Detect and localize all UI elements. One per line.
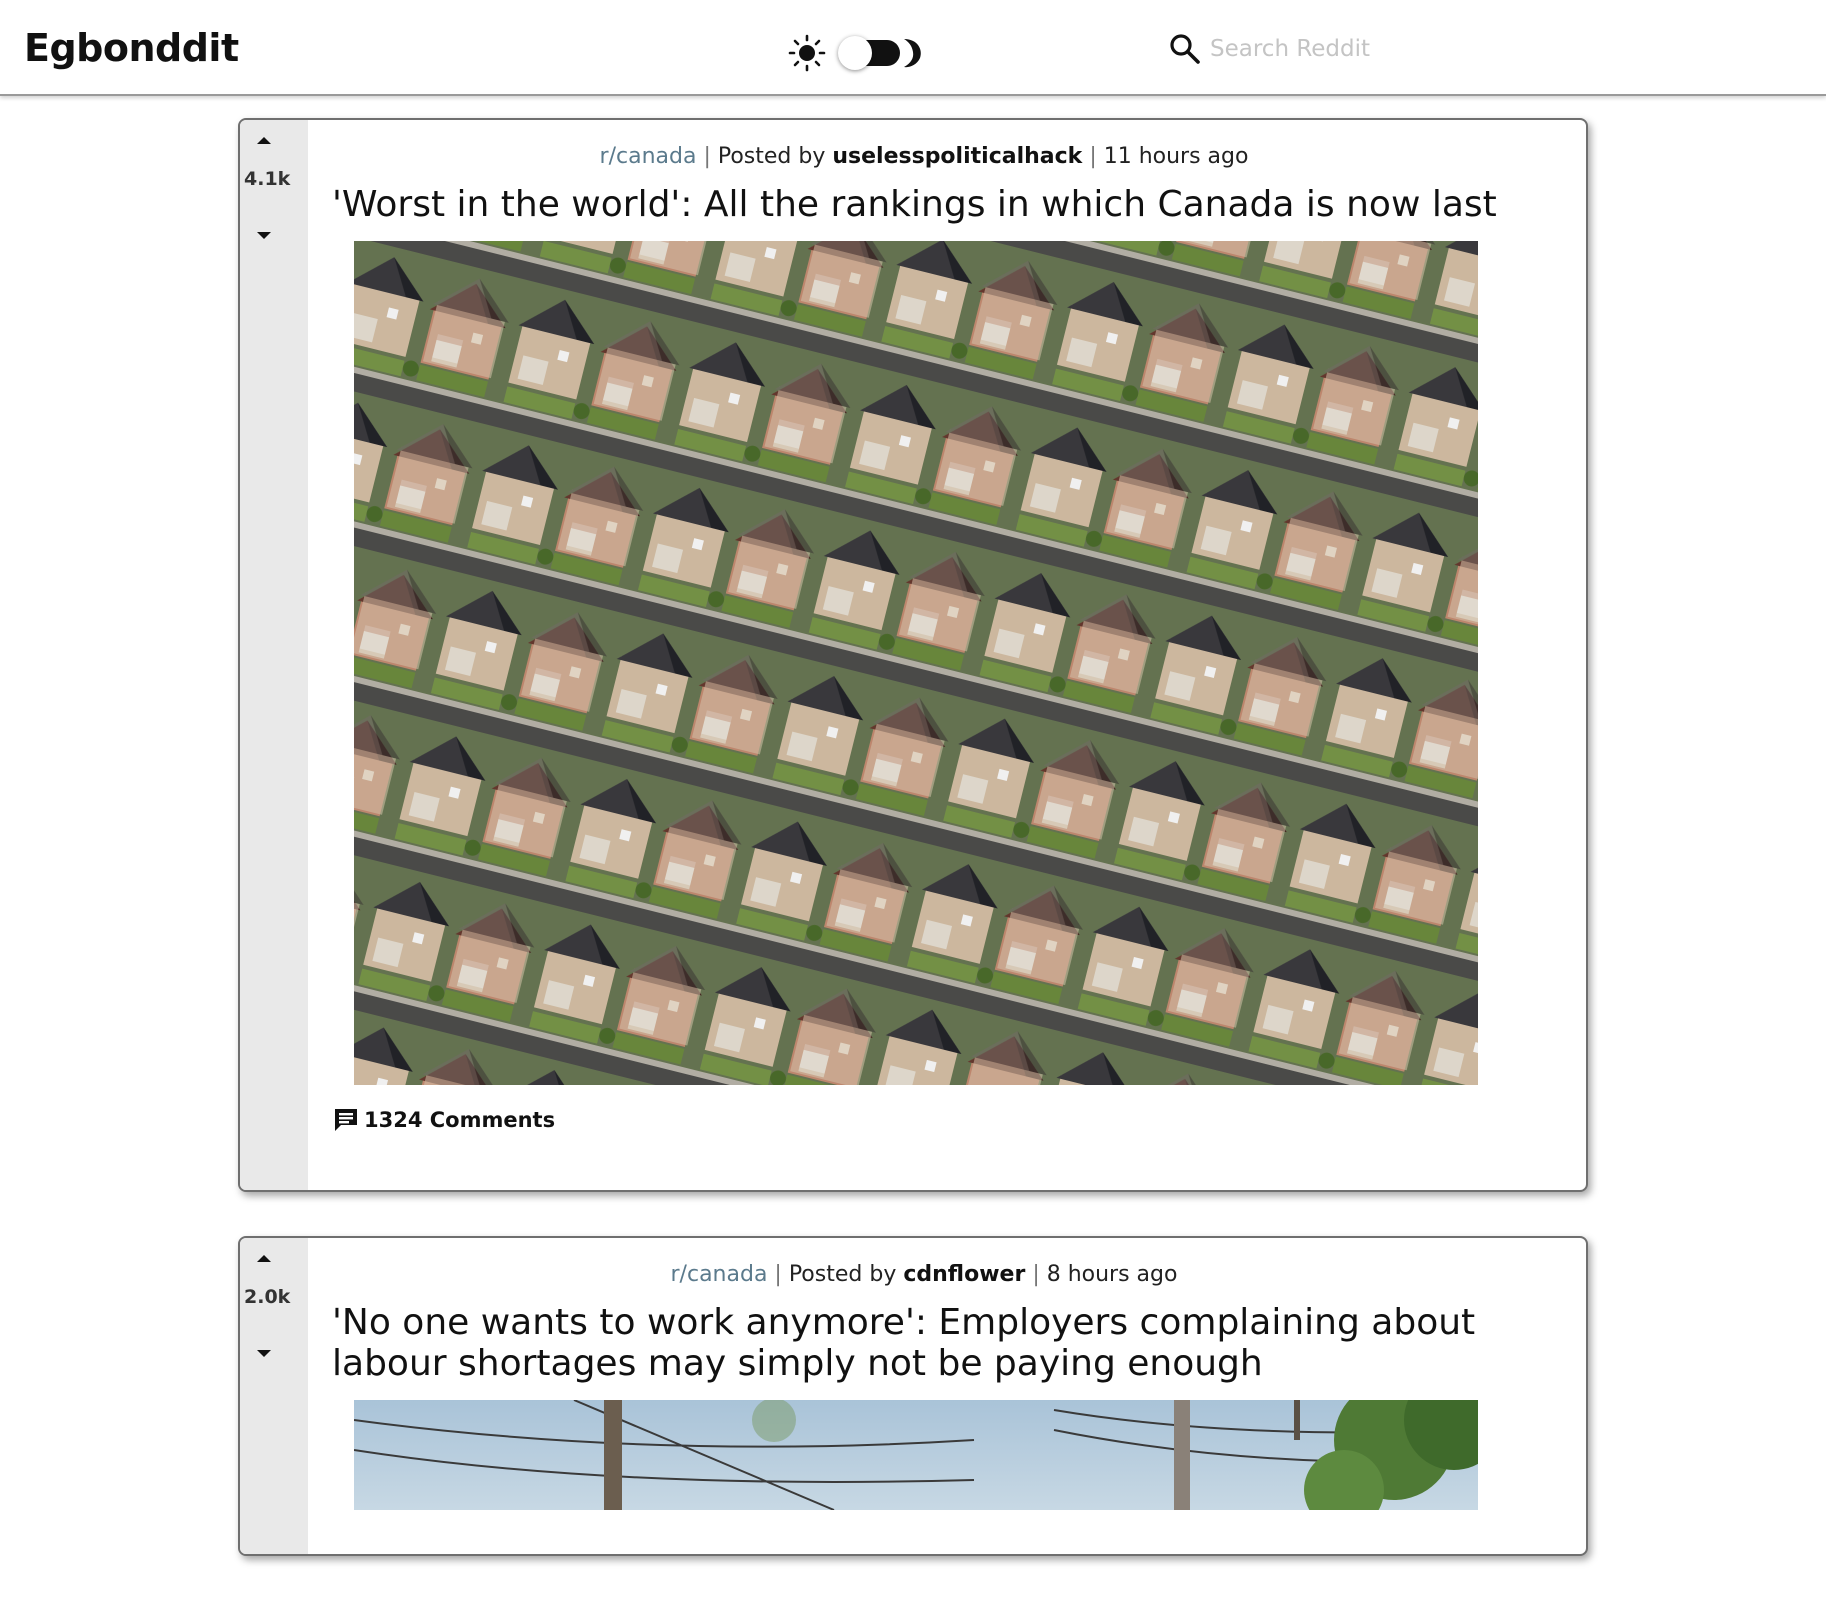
subreddit-link[interactable]: r/canada [671,1262,768,1287]
post-meta: r/canada | Posted by cdnflower | 8 hours… [332,1238,1516,1290]
meta-separator: | [1089,144,1104,169]
downvote-arrow-icon[interactable] [250,1342,278,1364]
post-time: 11 hours ago [1103,144,1249,169]
meta-separator: | [1032,1262,1047,1287]
post-feed: 4.1k r/canada | Posted by uselesspolitic… [238,118,1588,1600]
downvote-arrow-icon[interactable] [250,224,278,246]
theme-switch[interactable] [838,36,900,70]
search-bar [1168,30,1488,70]
comment-count[interactable]: 1324 Comments [364,1108,555,1132]
sun-icon [788,34,826,72]
meta-separator: | [703,144,718,169]
post-image[interactable] [354,241,1478,1085]
comments-link[interactable]: 1324 Comments [332,1105,555,1135]
comment-icon [335,1109,357,1131]
posted-by-label: Posted by [788,1262,897,1287]
meta-separator: | [774,1262,789,1287]
post-image[interactable] [354,1400,1478,1510]
vote-count: 2.0k [244,1286,291,1308]
subreddit-link[interactable]: r/canada [600,144,697,169]
post-meta: r/canada | Posted by uselesspoliticalhac… [332,120,1516,172]
post-title[interactable]: 'Worst in the world': All the rankings i… [332,184,1516,225]
site-logo[interactable]: Egbonddit [24,24,239,72]
vote-column: 4.1k [240,120,308,1190]
moon-icon [904,39,921,68]
theme-toggle[interactable] [788,30,928,72]
upvote-arrow-icon[interactable] [250,1248,278,1270]
author-link[interactable]: cdnflower [903,1262,1025,1287]
post-title[interactable]: 'No one wants to work anymore': Employer… [332,1302,1516,1384]
post-body: r/canada | Posted by cdnflower | 8 hours… [308,1238,1586,1554]
top-bar: Egbonddit [0,0,1826,96]
vote-column: 2.0k [240,1238,308,1554]
vote-count: 4.1k [244,168,291,190]
post-time: 8 hours ago [1046,1262,1178,1287]
upvote-arrow-icon[interactable] [250,130,278,152]
theme-switch-knob[interactable] [838,36,872,70]
author-link[interactable]: uselesspoliticalhack [832,144,1082,169]
posted-by-label: Posted by [717,144,826,169]
search-input[interactable] [1206,30,1476,68]
search-icon[interactable] [1168,32,1202,66]
post-body: r/canada | Posted by uselesspoliticalhac… [308,120,1586,1190]
post-card: 4.1k r/canada | Posted by uselesspolitic… [238,118,1588,1192]
post-card: 2.0k r/canada | Posted by cdnflower | 8 … [238,1236,1588,1556]
